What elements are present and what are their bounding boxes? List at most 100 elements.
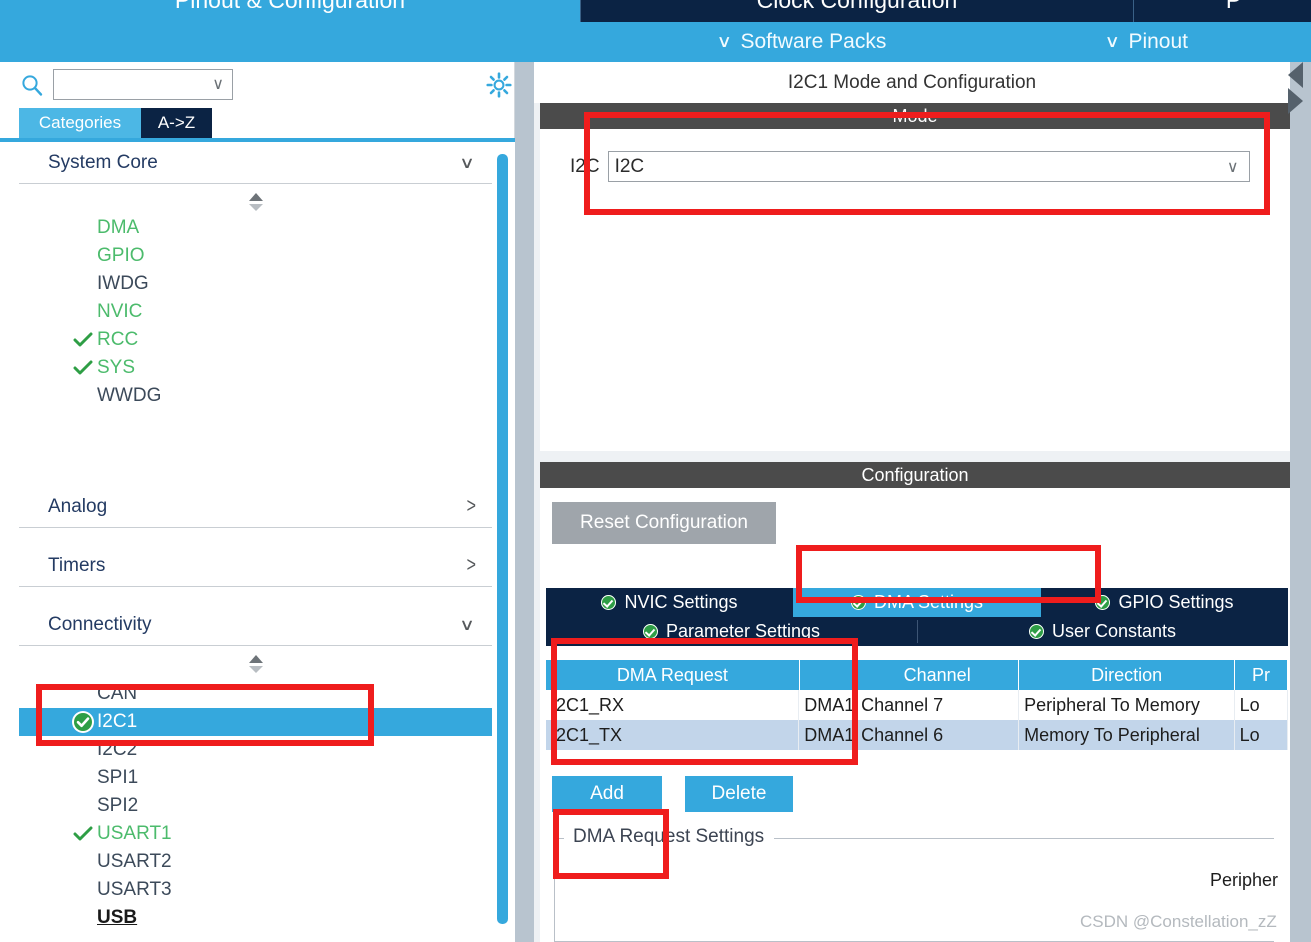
sidebar-item-gpio[interactable]: GPIO — [19, 242, 492, 270]
main-tab-clock-configuration[interactable]: Clock Configuration — [580, 0, 1133, 22]
main-tab-project-manager[interactable]: P — [1133, 0, 1311, 22]
sidebar-item-iwdg[interactable]: IWDG — [19, 270, 492, 298]
gear-icon[interactable] — [486, 72, 512, 98]
mode-field-label: I2C — [570, 155, 600, 177]
search-icon[interactable] — [20, 73, 44, 97]
column-header-dma-request[interactable]: DMA Request — [546, 660, 800, 690]
configuration-panel: I2C1 Mode and Configuration Mode I2C I2C… — [534, 62, 1290, 942]
chevron-right-icon[interactable]: > — [467, 553, 492, 577]
sidebar-item-label: IWDG — [97, 273, 149, 294]
sidebar-item-label: USART2 — [97, 851, 172, 872]
sidebar-item-label: USART1 — [97, 823, 172, 844]
main-tab-label: Pinout & Configuration — [174, 0, 406, 13]
category-title: Connectivity — [48, 613, 152, 635]
column-header-direction[interactable]: Direction — [1019, 660, 1236, 690]
main-tab-pinout-configuration[interactable]: Pinout & Configuration — [0, 0, 580, 22]
mode-select[interactable]: I2C ∨ — [607, 151, 1250, 182]
sidebar-scrollbar[interactable] — [497, 148, 508, 938]
tab-parameter-settings[interactable]: Parameter Settings — [546, 617, 917, 646]
table-row[interactable]: I2C1_RX DMA1 Channel 7 Peripheral To Mem… — [546, 690, 1288, 720]
mode-section-body: I2C I2C ∨ — [540, 129, 1290, 451]
sidebar-item-label: SPI1 — [97, 767, 139, 788]
search-input[interactable] — [54, 70, 202, 99]
check-icon — [69, 332, 97, 348]
main-tab-label: Clock Configuration — [756, 0, 958, 13]
scroll-spinner-icon[interactable] — [247, 192, 265, 212]
sidebar-item-wwdg[interactable]: WWDG — [19, 382, 492, 410]
panel-splitter[interactable] — [515, 62, 534, 942]
table-row[interactable]: I2C1_TX DMA1 Channel 6 Memory To Periphe… — [546, 720, 1288, 750]
sidebar-item-dma[interactable]: DMA — [19, 214, 492, 242]
tab-categories[interactable]: Categories — [19, 108, 141, 138]
sidebar-item-i2c1[interactable]: I2C1 — [19, 708, 492, 736]
check-circle-icon — [601, 595, 617, 610]
configuration-section-header: Configuration — [540, 462, 1290, 488]
dma-request-table[interactable]: DMA Request Channel Direction Pr I2C1_RX… — [546, 660, 1288, 750]
tab-user-constants[interactable]: User Constants — [917, 617, 1288, 646]
category-title: Analog — [48, 495, 108, 517]
tab-a-to-z[interactable]: A->Z — [141, 108, 212, 138]
sidebar-item-usart3[interactable]: USART3 — [19, 876, 492, 904]
sidebar-item-i2c2[interactable]: I2C2 — [19, 736, 492, 764]
sidebar-item-label: USART3 — [97, 879, 172, 900]
cell-channel: Channel 6 — [856, 720, 1020, 750]
sidebar-item-usart1[interactable]: USART1 — [19, 820, 492, 848]
category-title: Timers — [48, 554, 106, 576]
category-header-connectivity[interactable]: Connectivity ∨ — [19, 604, 492, 646]
category-group-analog: Analog > — [19, 486, 492, 528]
sidebar-item-usart2[interactable]: USART2 — [19, 848, 492, 876]
chevron-down-icon[interactable]: ∨ — [212, 74, 224, 94]
cell-priority: Lo — [1235, 690, 1288, 720]
tab-nvic-settings[interactable]: NVIC Settings — [546, 588, 793, 617]
sidebar-item-spi1[interactable]: SPI1 — [19, 764, 492, 792]
tab-label: NVIC Settings — [624, 592, 738, 612]
config-tab-row-1: NVIC Settings DMA Settings GPIO Settings — [546, 588, 1288, 617]
category-header-system-core[interactable]: System Core ∨ — [19, 142, 492, 184]
chevron-down-icon: ∨ — [1104, 32, 1121, 51]
scroll-spinner-icon[interactable] — [247, 654, 265, 674]
sidebar-item-rcc[interactable]: RCC — [19, 326, 492, 354]
sidebar-scrollbar-thumb[interactable] — [497, 154, 508, 924]
scroll-left-arrow-icon[interactable] — [1288, 62, 1303, 88]
tab-gpio-settings[interactable]: GPIO Settings — [1041, 588, 1288, 617]
pinout-menu[interactable]: ∨ Pinout — [1104, 30, 1188, 54]
chevron-down-icon[interactable]: ∨ — [459, 615, 496, 635]
column-header-channel[interactable]: Channel — [856, 660, 1020, 690]
sidebar-item-can[interactable]: CAN — [19, 680, 492, 708]
main-tab-strip: Pinout & Configuration Clock Configurati… — [0, 0, 1311, 22]
sidebar-item-label: SPI2 — [97, 795, 139, 816]
sidebar-item-usb[interactable]: USB — [19, 904, 492, 932]
cell-priority: Lo — [1235, 720, 1288, 750]
search-combobox[interactable]: ∨ — [53, 69, 233, 100]
peripheral-column-label: Peripher — [1210, 870, 1279, 890]
tab-label: User Constants — [1051, 621, 1177, 641]
column-header-priority[interactable]: Pr — [1235, 660, 1288, 690]
tab-label: Parameter Settings — [665, 621, 821, 641]
chevron-down-icon[interactable]: ∨ — [1227, 157, 1239, 177]
check-circle-icon — [1095, 595, 1111, 610]
delete-button[interactable]: Delete — [685, 776, 793, 812]
scroll-right-arrow-icon[interactable] — [1288, 88, 1303, 114]
sidebar-item-spi2[interactable]: SPI2 — [19, 792, 492, 820]
right-scrollbar[interactable] — [1290, 62, 1311, 942]
category-list[interactable]: System Core ∨ DMA GPIO IWDG NVIC RCC SYS… — [0, 142, 515, 942]
pinout-label: Pinout — [1128, 30, 1188, 53]
tab-dma-settings[interactable]: DMA Settings — [793, 588, 1041, 617]
chevron-right-icon[interactable]: > — [467, 494, 492, 518]
main-tab-label: P — [1225, 0, 1242, 13]
category-header-timers[interactable]: Timers > — [19, 545, 492, 587]
sidebar-item-nvic[interactable]: NVIC — [19, 298, 492, 326]
category-group-system-core: System Core ∨ DMA GPIO IWDG NVIC RCC SYS… — [19, 142, 492, 406]
reset-configuration-button[interactable]: Reset Configuration — [552, 502, 776, 544]
category-group-timers: Timers > — [19, 545, 492, 587]
chevron-down-icon[interactable]: ∨ — [459, 153, 496, 173]
category-group-connectivity: Connectivity ∨ CAN I2C1 I2C2 SPI1 SPI2 U… — [19, 604, 492, 928]
sidebar-item-sys[interactable]: SYS — [19, 354, 492, 382]
category-header-analog[interactable]: Analog > — [19, 486, 492, 528]
software-packs-menu[interactable]: ∨ Software Packs — [716, 30, 886, 54]
sidebar-item-label: DMA — [97, 217, 140, 238]
column-header-controller[interactable] — [800, 660, 857, 690]
check-circle-icon — [850, 595, 866, 610]
add-button[interactable]: Add — [552, 776, 662, 812]
cell-controller: DMA1 — [799, 690, 857, 720]
